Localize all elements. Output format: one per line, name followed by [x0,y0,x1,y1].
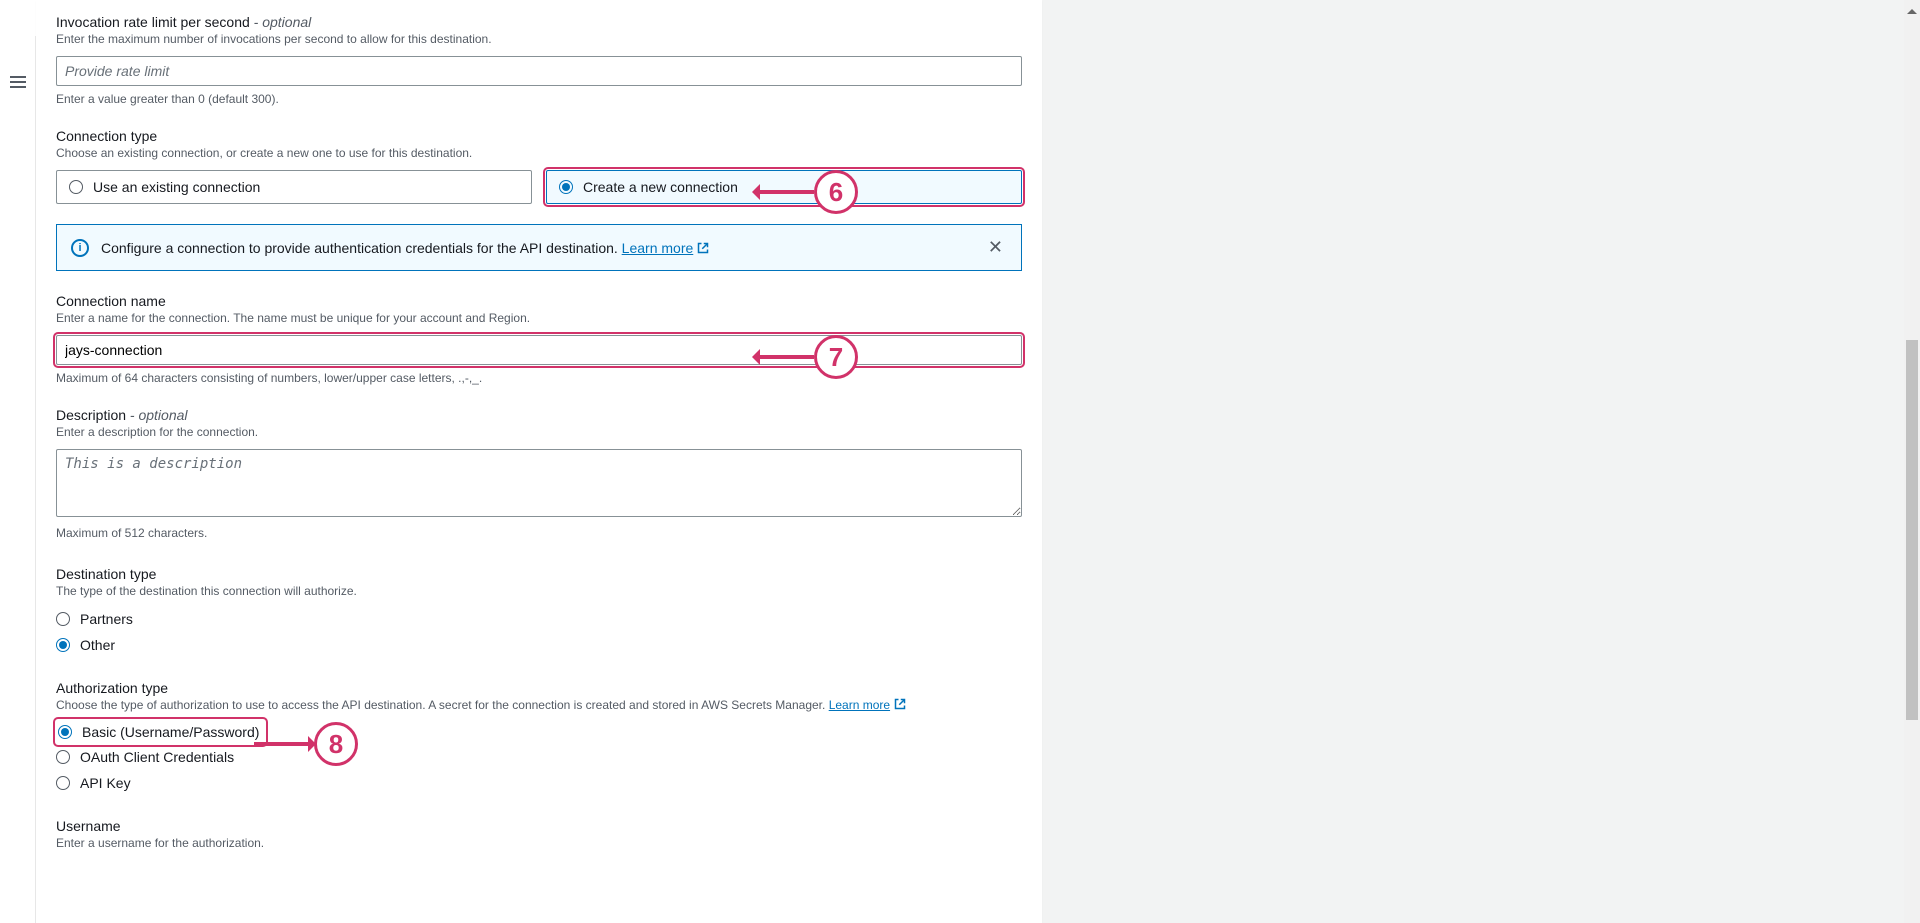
connection-type-sub: Choose an existing connection, or create… [56,146,1022,160]
optional-tag: - optional [126,407,187,423]
invocation-input[interactable] [56,56,1022,86]
radio-partners[interactable]: Partners [56,606,1022,632]
form-card: Invocation rate limit per second - optio… [36,0,1042,923]
username-sub: Enter a username for the authorization. [56,836,1022,850]
radio-partners-label: Partners [80,611,133,627]
description-section: Description - optional Enter a descripti… [56,407,1022,540]
auth-learn-more-link[interactable]: Learn more [829,698,906,712]
invocation-section: Invocation rate limit per second - optio… [56,14,1022,106]
radio-basic-label: Basic (Username/Password) [82,724,259,740]
close-icon[interactable]: ✕ [984,237,1007,258]
connection-name-hint: Maximum of 64 characters consisting of n… [56,371,1022,385]
radio-icon [58,725,72,739]
radio-other[interactable]: Other [56,632,1022,658]
auth-type-section: Authorization type Choose the type of au… [56,680,1022,796]
auth-type-label: Authorization type [56,680,1022,696]
invocation-label: Invocation rate limit per second [56,14,250,30]
info-banner: i Configure a connection to provide auth… [56,224,1022,271]
info-icon: i [71,239,89,257]
invocation-sub: Enter the maximum number of invocations … [56,32,1022,46]
radio-existing-label: Use an existing connection [93,179,260,195]
invocation-hint: Enter a value greater than 0 (default 30… [56,92,1022,106]
radio-icon [56,750,70,764]
radio-icon [56,776,70,790]
auth-type-sub: Choose the type of authorization to use … [56,698,1022,712]
destination-type-label: Destination type [56,566,1022,582]
username-section: Username Enter a username for the author… [56,818,1022,850]
radio-icon [56,612,70,626]
destination-type-section: Destination type The type of the destina… [56,566,1022,658]
description-label: Description [56,407,126,423]
learn-more-link[interactable]: Learn more [622,240,710,256]
radio-apikey[interactable]: API Key [56,770,1022,796]
connection-name-section: Connection name Enter a name for the con… [56,293,1022,385]
optional-tag: - optional [250,14,311,30]
connection-name-sub: Enter a name for the connection. The nam… [56,311,1022,325]
connection-type-section: Connection type Choose an existing conne… [56,128,1022,204]
radio-other-label: Other [80,637,115,653]
description-hint: Maximum of 512 characters. [56,526,1022,540]
radio-icon [56,638,70,652]
radio-apikey-label: API Key [80,775,131,791]
radio-new-label: Create a new connection [583,179,738,195]
radio-oauth[interactable]: OAuth Client Credentials [56,744,1022,770]
radio-oauth-label: OAuth Client Credentials [80,749,234,765]
radio-icon [69,180,83,194]
radio-icon [559,180,573,194]
external-link-icon [894,698,906,710]
destination-type-sub: The type of the destination this connect… [56,584,1022,598]
connection-name-input[interactable] [56,335,1022,365]
connection-type-label: Connection type [56,128,1022,144]
info-text: Configure a connection to provide authen… [101,240,622,256]
description-sub: Enter a description for the connection. [56,425,1022,439]
radio-basic-auth[interactable]: Basic (Username/Password) [58,722,259,742]
radio-new-connection[interactable]: Create a new connection [546,170,1022,204]
connection-name-label: Connection name [56,293,1022,309]
radio-existing-connection[interactable]: Use an existing connection [56,170,532,204]
vertical-scrollbar[interactable] [1904,0,1920,923]
description-textarea[interactable] [56,449,1022,517]
hamburger-menu-icon[interactable] [10,76,26,88]
external-link-icon [697,242,709,254]
username-label: Username [56,818,1022,834]
